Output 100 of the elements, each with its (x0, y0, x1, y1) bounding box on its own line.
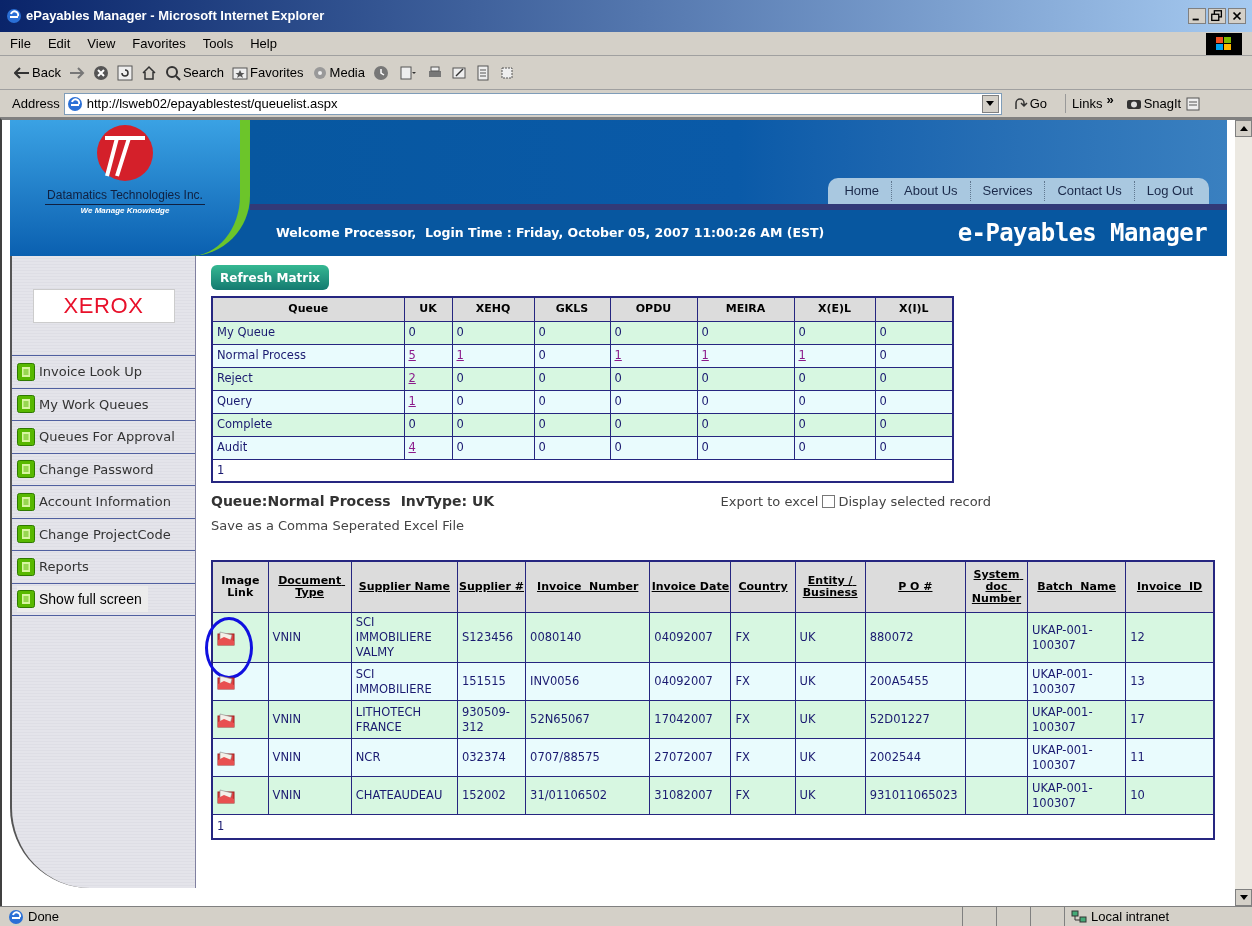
table-cell: FX (731, 612, 796, 663)
favorites-button[interactable]: Favorites (232, 62, 304, 83)
sidebar-item[interactable]: Show full screen (17, 586, 148, 613)
caret-icon (986, 101, 995, 106)
nav-link[interactable]: Home (832, 181, 892, 201)
document-icon (17, 427, 35, 446)
menu-item[interactable]: Edit (47, 33, 71, 54)
sidebar-item[interactable]: My Work Queues (17, 391, 155, 418)
close-icon[interactable] (1228, 8, 1246, 24)
refresh-matrix-button[interactable]: Refresh Matrix (211, 265, 330, 290)
page-icon[interactable] (1185, 95, 1202, 112)
image-icon[interactable] (217, 787, 235, 804)
sidebar-item[interactable]: Change Password (17, 456, 160, 483)
image-icon[interactable] (217, 711, 235, 728)
table-cell: VNIN (268, 700, 352, 739)
sidebar-item[interactable]: Account Information (17, 488, 177, 515)
star-folder-icon (232, 65, 249, 80)
table-cell: UK (795, 612, 866, 663)
image-icon[interactable] (217, 629, 235, 646)
image-icon[interactable] (217, 673, 235, 690)
table-cell: 0 (534, 344, 610, 367)
export-link[interactable]: Export to excel (720, 491, 819, 512)
nav-link[interactable]: Services (969, 181, 1045, 201)
company-name: Datamatics Technologies Inc. (45, 186, 205, 205)
table-cell: FX (731, 700, 796, 739)
vertical-scrollbar[interactable] (1235, 120, 1252, 906)
column-header[interactable]: Batch Name (1027, 560, 1126, 613)
nav-link[interactable]: Log Out (1133, 181, 1205, 201)
document-icon (17, 492, 35, 511)
column-header[interactable]: Document Type (268, 560, 352, 613)
nav-link[interactable]: Contact Us (1044, 181, 1134, 201)
table-cell: 0707/88575 (525, 738, 650, 777)
csv-export-link[interactable]: Save as a Comma Seperated Excel File (211, 516, 465, 536)
column-header[interactable]: System doc Number (965, 560, 1028, 613)
sidebar-item[interactable]: Change ProjectCode (17, 521, 177, 548)
browser-icon (6, 8, 22, 24)
history-icon[interactable] (373, 64, 389, 81)
notes-icon[interactable] (475, 64, 491, 81)
back-button[interactable]: Back (14, 62, 61, 83)
chevron-icon[interactable]: » (1106, 89, 1114, 110)
scroll-down-icon[interactable] (1239, 895, 1248, 900)
sidebar-item[interactable]: Queues For Approval (17, 423, 181, 450)
restore-icon[interactable] (1208, 8, 1226, 24)
menu-item[interactable]: Tools (202, 33, 234, 54)
media-button[interactable]: Media (311, 62, 365, 83)
column-header[interactable]: Entity / Business (795, 560, 866, 613)
links-label[interactable]: Links (1065, 93, 1103, 114)
snagit-button[interactable]: SnagIt (1125, 93, 1182, 114)
disc-icon (311, 64, 328, 81)
table-cell: 930509-312 (457, 700, 526, 739)
count-link[interactable]: 1 (697, 344, 794, 367)
table-cell: 0 (794, 436, 875, 459)
tools-icon[interactable] (499, 64, 515, 81)
sidebar-item[interactable]: Invoice Look Up (17, 358, 148, 385)
status-text: Done (28, 907, 60, 926)
document-icon (17, 557, 35, 576)
table-cell: CHATEAUDEAU (351, 776, 458, 815)
count-link[interactable]: 1 (404, 390, 452, 413)
company-logo-icon (95, 124, 155, 182)
count-link[interactable]: 5 (404, 344, 452, 367)
edit-icon[interactable] (451, 64, 467, 81)
table-cell: 0 (534, 321, 610, 344)
dropdown-button[interactable] (981, 94, 999, 113)
home-icon[interactable] (140, 64, 157, 81)
scroll-up-icon[interactable] (1239, 126, 1248, 131)
forward-arrow-icon[interactable] (68, 64, 85, 81)
count-link[interactable]: 1 (794, 344, 875, 367)
menu-item[interactable]: View (87, 33, 116, 54)
column-header[interactable]: Invoice Number (525, 560, 650, 613)
column-header[interactable]: Supplier # (457, 560, 526, 613)
table-cell: 0 (697, 321, 794, 344)
table-cell: 0 (610, 436, 697, 459)
column-header[interactable]: Country (731, 560, 796, 613)
column-header[interactable]: Invoice ID (1125, 560, 1214, 613)
menu-item[interactable]: File (10, 33, 31, 54)
column-header[interactable]: Invoice Date (649, 560, 731, 613)
image-icon[interactable] (217, 749, 235, 766)
menu-item[interactable]: Favorites (132, 33, 186, 54)
table-cell: Normal Process (212, 344, 404, 367)
stop-icon[interactable] (92, 64, 109, 81)
display-selected-checkbox[interactable] (822, 495, 836, 508)
column-header[interactable]: P O # (865, 560, 966, 613)
menu-item[interactable]: Help (250, 33, 277, 54)
count-link[interactable]: 2 (404, 367, 452, 390)
count-link[interactable]: 1 (452, 344, 534, 367)
address-field[interactable]: http://lsweb02/epayablestest/queuelist.aspx (63, 92, 1002, 115)
camera-icon (1125, 97, 1142, 110)
search-button[interactable]: Search (164, 62, 225, 83)
zone-label: Local intranet (1091, 907, 1170, 926)
table-cell: 931011065023 (865, 776, 966, 815)
count-link[interactable]: 1 (610, 344, 697, 367)
column-header: XEHQ (452, 297, 534, 321)
column-header[interactable]: Supplier Name (351, 560, 458, 613)
go-button[interactable]: Go (1013, 93, 1048, 114)
table-cell: INV0056 (525, 662, 650, 701)
count-link[interactable]: 4 (404, 436, 452, 459)
address-label: Address (12, 94, 60, 113)
nav-link[interactable]: About Us (891, 181, 970, 201)
sidebar-item[interactable]: Reports (17, 553, 95, 580)
refresh-icon[interactable] (116, 64, 133, 81)
